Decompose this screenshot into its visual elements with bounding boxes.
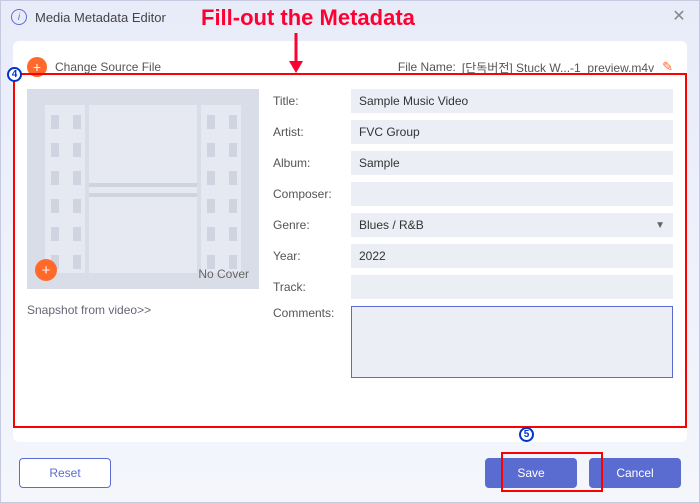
chevron-down-icon: ▼ bbox=[655, 220, 665, 231]
snapshot-link[interactable]: Snapshot from video>> bbox=[27, 303, 259, 317]
change-source-link[interactable]: Change Source File bbox=[55, 60, 161, 74]
footer: Reset Save Cancel bbox=[19, 458, 681, 488]
cover-column: + No Cover Snapshot from video>> bbox=[27, 89, 259, 385]
comments-label: Comments: bbox=[273, 306, 351, 320]
close-button[interactable]: ✕ bbox=[669, 7, 689, 27]
add-source-button[interactable]: + bbox=[27, 57, 47, 77]
year-label: Year: bbox=[273, 249, 351, 263]
add-cover-button[interactable]: + bbox=[35, 259, 57, 281]
annotation-headline: Fill-out the Metadata bbox=[201, 5, 415, 31]
reset-button[interactable]: Reset bbox=[19, 458, 111, 488]
cover-preview: + No Cover bbox=[27, 89, 259, 289]
artist-label: Artist: bbox=[273, 125, 351, 139]
genre-select[interactable]: Blues / R&B ▼ bbox=[351, 213, 673, 237]
content-area: + No Cover Snapshot from video>> Title: … bbox=[27, 89, 673, 385]
year-input[interactable] bbox=[351, 244, 673, 268]
artist-input[interactable] bbox=[351, 120, 673, 144]
filename-label: File Name: bbox=[398, 60, 456, 74]
composer-label: Composer: bbox=[273, 187, 351, 201]
genre-value: Blues / R&B bbox=[359, 218, 424, 232]
main-panel: + Change Source File File Name: [단독버전] S… bbox=[13, 41, 687, 442]
title-label: Title: bbox=[273, 94, 351, 108]
top-row: + Change Source File File Name: [단독버전] S… bbox=[27, 53, 673, 81]
track-label: Track: bbox=[273, 280, 351, 294]
info-icon: i bbox=[11, 9, 27, 25]
composer-input[interactable] bbox=[351, 182, 673, 206]
step-badge-5: 5 bbox=[519, 427, 534, 442]
arrow-down-icon bbox=[286, 31, 306, 73]
title-input[interactable] bbox=[351, 89, 673, 113]
edit-filename-icon[interactable]: ✎ bbox=[662, 59, 673, 75]
album-input[interactable] bbox=[351, 151, 673, 175]
genre-label: Genre: bbox=[273, 218, 351, 232]
save-button[interactable]: Save bbox=[485, 458, 577, 488]
no-cover-label: No Cover bbox=[198, 267, 249, 281]
fields-column: Title: Artist: Album: Composer: Genre:Bl… bbox=[273, 89, 673, 385]
track-input[interactable] bbox=[351, 275, 673, 299]
filename-value: [단독버전] Stuck W...-1_preview.m4v bbox=[462, 59, 654, 76]
step-badge-4: 4 bbox=[7, 67, 22, 82]
editor-window: i Media Metadata Editor ✕ Fill-out the M… bbox=[0, 0, 700, 503]
comments-input[interactable] bbox=[351, 306, 673, 378]
album-label: Album: bbox=[273, 156, 351, 170]
cancel-button[interactable]: Cancel bbox=[589, 458, 681, 488]
